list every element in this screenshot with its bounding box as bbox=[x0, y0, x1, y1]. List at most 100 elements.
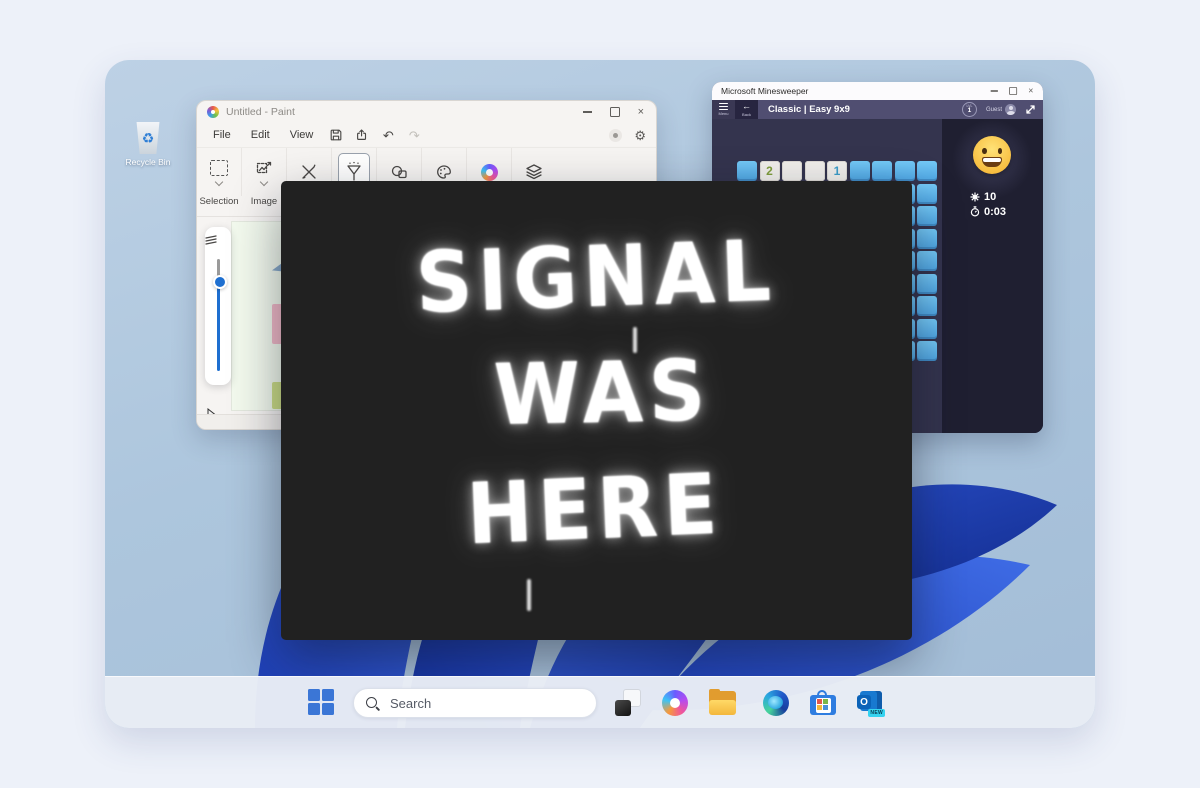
guest-account[interactable]: Guest bbox=[986, 104, 1016, 115]
thickness-slider-panel bbox=[205, 227, 231, 385]
mine-counter: 10 bbox=[970, 189, 1006, 204]
mine-count-value: 10 bbox=[984, 191, 996, 203]
taskbar: O NEW bbox=[105, 676, 1095, 728]
stopwatch-icon bbox=[970, 206, 980, 217]
graffiti-canvas[interactable]: SIGNAL WAS HERE bbox=[281, 181, 912, 640]
edge-button[interactable] bbox=[763, 689, 791, 717]
desktop: ♻ Recycle Bin Untitled - Paint × File Ed… bbox=[105, 60, 1095, 728]
store-button[interactable] bbox=[810, 689, 838, 717]
game-mode-label: Classic | Easy 9x9 bbox=[768, 104, 850, 115]
windows-logo-icon bbox=[308, 689, 320, 701]
store-icon bbox=[810, 690, 836, 716]
minesweeper-tile-revealed[interactable] bbox=[782, 161, 802, 181]
back-arrow-icon: ← bbox=[742, 102, 751, 111]
minesweeper-tile-hidden[interactable] bbox=[872, 161, 892, 181]
search-icon bbox=[366, 697, 379, 710]
level-badge[interactable]: LVL 1 bbox=[962, 102, 977, 117]
minesweeper-tile-hidden[interactable] bbox=[917, 341, 937, 361]
minesweeper-tile-hidden[interactable] bbox=[895, 161, 915, 181]
copilot-icon bbox=[662, 690, 688, 716]
selection-icon bbox=[210, 160, 228, 176]
paint-window-title: Untitled - Paint bbox=[226, 106, 295, 118]
fullscreen-icon[interactable] bbox=[1025, 104, 1036, 115]
layers-icon bbox=[524, 163, 544, 181]
file-explorer-icon bbox=[709, 691, 738, 715]
save-icon[interactable] bbox=[323, 126, 349, 144]
minesweeper-gamebar: Menu ← Back Classic | Easy 9x9 LVL 1 Gue… bbox=[712, 100, 1043, 119]
minesweeper-tile-hidden[interactable] bbox=[917, 206, 937, 226]
file-explorer-button[interactable] bbox=[709, 689, 737, 717]
minesweeper-tile-revealed[interactable] bbox=[805, 161, 825, 181]
timer: 0:03 bbox=[970, 204, 1006, 219]
minesweeper-tile-hidden[interactable] bbox=[917, 319, 937, 339]
undo-icon[interactable]: ↶ bbox=[375, 126, 401, 144]
level-value: 1 bbox=[968, 108, 972, 115]
minesweeper-maximize-button[interactable] bbox=[1009, 87, 1017, 95]
hamburger-icon bbox=[719, 103, 728, 110]
graffiti-line-1: SIGNAL bbox=[415, 230, 778, 327]
settings-gear-icon[interactable]: ⚙ bbox=[634, 129, 646, 142]
minesweeper-minimize-button[interactable] bbox=[990, 90, 997, 91]
selection-label: Selection bbox=[197, 196, 242, 216]
graffiti-line-3: HERE bbox=[465, 463, 724, 558]
selection-tool[interactable] bbox=[197, 148, 242, 196]
paint-minimize-button[interactable] bbox=[583, 111, 592, 112]
minesweeper-window-title: Microsoft Minesweeper bbox=[721, 86, 808, 96]
minesweeper-tile-hidden[interactable] bbox=[917, 251, 937, 271]
account-icon[interactable] bbox=[609, 129, 622, 142]
palette-icon bbox=[435, 164, 453, 180]
minesweeper-tile-hidden[interactable] bbox=[737, 161, 757, 181]
start-button[interactable] bbox=[308, 689, 335, 716]
chevron-down-icon bbox=[260, 177, 268, 185]
chevron-down-icon bbox=[215, 177, 223, 185]
image-icon bbox=[255, 160, 273, 176]
minesweeper-tile-hidden[interactable] bbox=[917, 184, 937, 204]
guest-avatar-icon bbox=[1005, 104, 1016, 115]
minesweeper-tile-hidden[interactable] bbox=[917, 274, 937, 294]
recycle-bin-icon: ♻ bbox=[135, 122, 161, 154]
minesweeper-titlebar: Microsoft Minesweeper × bbox=[712, 82, 1043, 100]
copilot-icon bbox=[481, 164, 498, 181]
thickness-icon bbox=[205, 235, 217, 245]
game-back-button[interactable]: ← Back bbox=[735, 100, 758, 119]
paint-titlebar: Untitled - Paint × bbox=[197, 101, 656, 123]
paint-maximize-button[interactable] bbox=[610, 107, 620, 117]
back-button-label: Back bbox=[742, 112, 751, 117]
redo-icon: ↷ bbox=[401, 126, 427, 144]
smiley-face-icon[interactable] bbox=[973, 136, 1011, 174]
graffiti-line-2: WAS bbox=[493, 349, 712, 438]
minesweeper-tile-hidden[interactable] bbox=[850, 161, 870, 181]
taskbar-search[interactable] bbox=[353, 688, 597, 718]
paint-menu-file[interactable]: File bbox=[203, 129, 241, 141]
paint-drip bbox=[527, 579, 531, 611]
task-view-button[interactable] bbox=[614, 689, 642, 717]
share-icon[interactable] bbox=[349, 126, 375, 144]
minesweeper-tile-hidden[interactable] bbox=[917, 229, 937, 249]
desktop-icon-recycle-bin[interactable]: ♻ Recycle Bin bbox=[119, 122, 177, 167]
page-background: ♻ Recycle Bin Untitled - Paint × File Ed… bbox=[0, 0, 1200, 788]
shapes-icon bbox=[390, 164, 409, 180]
outlook-button[interactable]: O NEW bbox=[857, 689, 885, 717]
pencil-brush-icon bbox=[300, 163, 318, 181]
minesweeper-close-button[interactable]: × bbox=[1028, 87, 1033, 96]
minesweeper-tile-hidden[interactable] bbox=[917, 296, 937, 316]
minesweeper-side-panel: 10 0:03 bbox=[942, 119, 1043, 433]
minesweeper-tile-revealed[interactable]: 1 bbox=[827, 161, 847, 181]
outlook-icon: O NEW bbox=[857, 690, 885, 717]
paint-logo-icon bbox=[207, 106, 219, 118]
edge-icon bbox=[763, 690, 789, 716]
size-slider-thumb[interactable] bbox=[213, 275, 227, 289]
paint-menubar: File Edit View ↶ ↷ ⚙ bbox=[197, 123, 656, 147]
paint-close-button[interactable]: × bbox=[638, 107, 644, 118]
recycle-bin-label: Recycle Bin bbox=[119, 157, 177, 167]
paint-menu-view[interactable]: View bbox=[280, 129, 324, 141]
menu-button-label: Menu bbox=[718, 111, 728, 116]
search-input[interactable] bbox=[388, 695, 562, 712]
game-menu-button[interactable]: Menu bbox=[712, 100, 735, 119]
timer-value: 0:03 bbox=[984, 206, 1006, 218]
minesweeper-tile-hidden[interactable] bbox=[917, 161, 937, 181]
minesweeper-tile-revealed[interactable]: 2 bbox=[760, 161, 780, 181]
paint-menu-edit[interactable]: Edit bbox=[241, 129, 280, 141]
copilot-button[interactable] bbox=[662, 689, 690, 717]
guest-label: Guest bbox=[986, 107, 1002, 113]
